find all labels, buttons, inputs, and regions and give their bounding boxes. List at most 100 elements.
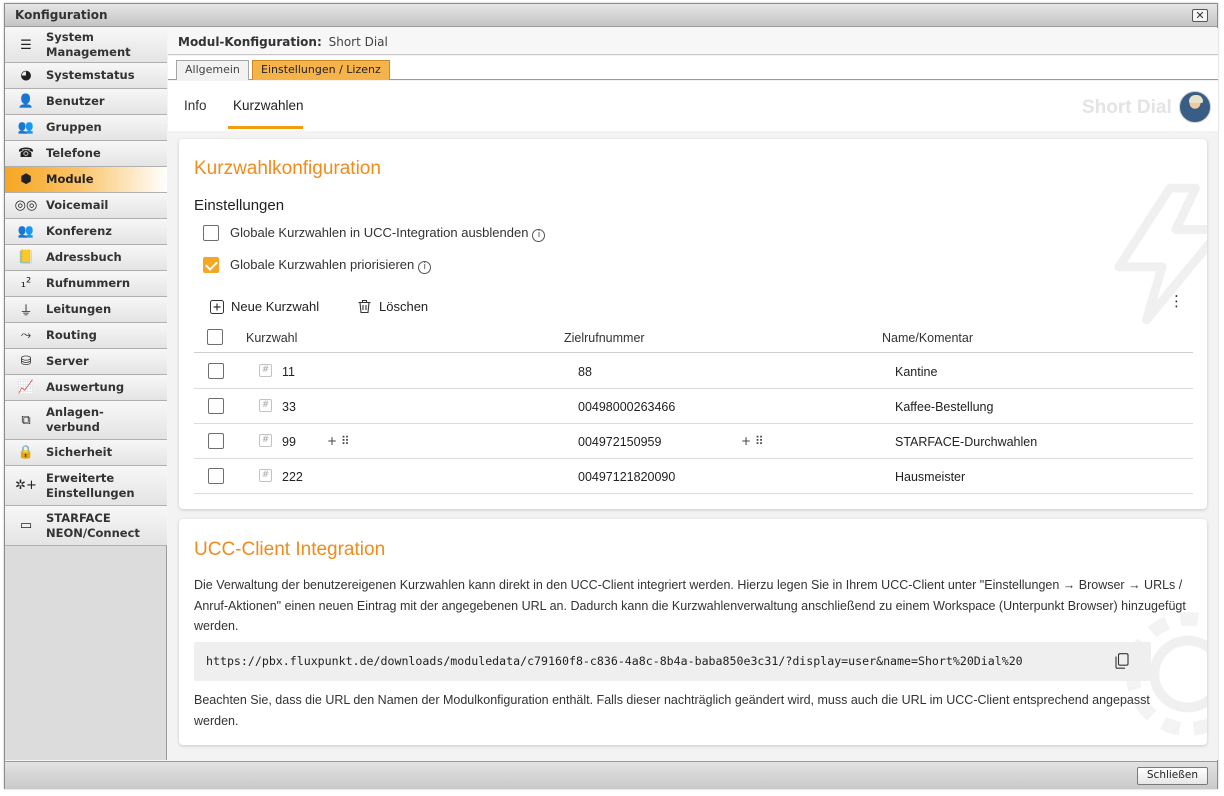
hash-icon: # — [259, 399, 272, 412]
row-checkbox[interactable] — [208, 433, 224, 449]
sidebar-item-telefone[interactable]: ☎ Telefone — [5, 141, 167, 167]
module-header: Modul-Konfiguration: Short Dial — [168, 28, 1218, 55]
plus-square-icon — [210, 299, 224, 314]
table-row[interactable]: # 99 004972150959 STARFACE-Durchwahlen +… — [194, 424, 1193, 459]
subtab-info[interactable]: Info — [184, 98, 207, 113]
info-icon[interactable]: i — [532, 229, 546, 242]
sidebar-item-label: System Management — [46, 30, 131, 59]
lightning-watermark-icon — [1114, 183, 1207, 325]
subtab-kurzwahlen[interactable]: Kurzwahlen — [233, 98, 304, 113]
close-window-icon[interactable]: ✕ — [1192, 9, 1208, 22]
user-icon: 👤 — [17, 94, 35, 109]
footer-bar: Schließen — [5, 761, 1217, 789]
user-avatar[interactable] — [1179, 91, 1211, 123]
sidebar-item-auswertung[interactable]: 📈 Auswertung — [5, 375, 167, 401]
sidebar-item-rufnummern[interactable]: ₁² Rufnummern — [5, 271, 167, 297]
config-window: Konfiguration ✕ ☰ System Management ◕ Syste… — [4, 3, 1218, 789]
column-header-zielrufnummer[interactable]: Zielrufnummer — [564, 331, 645, 345]
chart-icon: 📈 — [17, 380, 35, 395]
sidebar-item-label: Rufnummern — [46, 276, 131, 290]
ucc-integration-card: UCC-Client Integration Die Verwaltung de… — [179, 519, 1207, 745]
module-brand-text: Short Dial — [1082, 97, 1172, 118]
main-panel: Modul-Konfiguration: Short Dial Allgemei… — [168, 28, 1218, 760]
voicemail-icon: ◎◎ — [14, 198, 38, 213]
sidebar-item-label: Leitungen — [46, 302, 112, 316]
dialpad-icon[interactable]: + ⠿ — [741, 434, 764, 448]
row-checkbox[interactable] — [208, 468, 224, 484]
delete-label: Löschen — [379, 299, 429, 314]
lock-icon: 🔒 — [17, 445, 35, 460]
option-prioritize-global-checkbox[interactable] — [203, 257, 219, 273]
close-button[interactable]: Schließen — [1136, 767, 1208, 785]
more-options-icon[interactable]: ⋮ — [1169, 294, 1184, 309]
row-checkbox[interactable] — [208, 363, 224, 379]
sidebar-item-label: Adressbuch — [46, 250, 122, 264]
cell-zielrufnummer: 00497121820090 — [578, 470, 676, 484]
sidebar-item-system[interactable]: ☰ System Management — [5, 28, 167, 63]
sidebar-item-label: Auswertung — [46, 380, 125, 394]
sidebar-item-starface[interactable]: ▭ STARFACE NEON/Connect — [5, 506, 167, 546]
sidebar-item-label: Module — [46, 172, 94, 186]
group-icon: 👥 — [17, 120, 35, 135]
sidebar-item-adressbuch[interactable]: 📒 Adressbuch — [5, 245, 167, 271]
cell-zielrufnummer: 88 — [578, 365, 592, 379]
sidebar: ☰ System Management ◕ Systemstatus 👤 Benutzer… — [5, 28, 167, 760]
column-header-kurzwahl[interactable]: Kurzwahl — [246, 331, 297, 345]
status-icon: ◕ — [20, 68, 32, 83]
info-icon[interactable]: i — [418, 261, 432, 274]
cell-kurzwahl: 33 — [282, 400, 296, 414]
trash-icon — [358, 299, 371, 314]
routing-icon: ⤳ — [20, 328, 32, 343]
sidebar-item-erweiterte[interactable]: ✲+ Erweiterte Einstellungen — [5, 466, 167, 506]
table-row[interactable]: # 33 00498000263466 Kaffee-Bestellung — [194, 389, 1193, 424]
option-hide-global-checkbox[interactable] — [203, 225, 219, 241]
ucc-title: UCC-Client Integration — [194, 539, 386, 560]
phone-icon: ☎ — [17, 146, 35, 161]
advanced-settings-icon: ✲+ — [15, 478, 37, 493]
sidebar-item-anlagen[interactable]: ⧉ Anlagen- verbund — [5, 401, 167, 440]
table-row[interactable]: # 11 88 Kantine — [194, 354, 1193, 389]
sidebar-item-systemstatus[interactable]: ◕ Systemstatus — [5, 63, 167, 89]
table-header: Kurzwahl Zielrufnummer Name/Komentar — [194, 325, 1193, 353]
sidebar-item-label: Voicemail — [46, 198, 109, 212]
dialpad-icon[interactable]: + ⠿ — [327, 434, 350, 448]
column-header-name[interactable]: Name/Komentar — [882, 331, 973, 345]
shortdial-config-card: Kurzwahlkonfiguration Einstellungen Glob… — [179, 139, 1207, 509]
sidebar-item-konferenz[interactable]: 👥 Konferenz — [5, 219, 167, 245]
option-prioritize-global-label: Globale Kurzwahlen priorisieren i — [230, 257, 432, 274]
table-row[interactable]: # 222 00497121820090 Hausmeister — [194, 459, 1193, 494]
delete-button[interactable]: Löschen — [357, 299, 428, 314]
conference-icon: 👥 — [17, 224, 35, 239]
hash-icon: # — [259, 469, 272, 482]
sidebar-item-label: Telefone — [46, 146, 101, 160]
settings-heading: Einstellungen — [194, 197, 285, 214]
module-icon: ⬢ — [20, 172, 32, 187]
sidebar-item-label: Sicherheit — [46, 445, 113, 459]
sidebar-item-routing[interactable]: ⤳ Routing — [5, 323, 167, 349]
sidebar-item-label: Routing — [46, 328, 97, 342]
sidebar-item-benutzer[interactable]: 👤 Benutzer — [5, 89, 167, 115]
sub-navigation: Info Kurzwahlen Short Dial — [168, 81, 1218, 131]
cell-zielrufnummer: 004972150959 — [578, 435, 662, 449]
sidebar-item-gruppen[interactable]: 👥 Gruppen — [5, 115, 167, 141]
sidebar-item-leitungen[interactable]: ⏚ Leitungen — [5, 297, 167, 323]
sidebar-item-module[interactable]: ⬢ Module — [5, 167, 167, 193]
cell-kurzwahl: 99 — [282, 435, 296, 449]
cell-name: Kaffee-Bestellung — [895, 400, 994, 414]
new-shortdial-button[interactable]: Neue Kurzwahl — [210, 299, 319, 314]
tab-allgemein[interactable]: Allgemein — [176, 60, 249, 80]
tab-einstellungen-lizenz[interactable]: Einstellungen / Lizenz — [252, 60, 390, 80]
sidebar-item-label: Konferenz — [46, 224, 112, 238]
sidebar-item-server[interactable]: ⛁ Server — [5, 349, 167, 375]
row-checkbox[interactable] — [208, 398, 224, 414]
sidebar-item-label: Gruppen — [46, 120, 102, 134]
select-all-checkbox[interactable] — [207, 329, 223, 345]
option-hide-global-label: Globale Kurzwahlen in UCC-Integration au… — [230, 225, 546, 242]
sidebar-item-voicemail[interactable]: ◎◎ Voicemail — [5, 193, 167, 219]
addressbook-icon: 📒 — [17, 250, 35, 265]
copy-icon[interactable] — [1115, 653, 1129, 669]
sidebar-item-sicherheit[interactable]: 🔒 Sicherheit — [5, 440, 167, 466]
ucc-url[interactable]: https://pbx.fluxpunkt.de/downloads/modul… — [206, 654, 1023, 668]
sidebar-item-label: Anlagen- verbund — [46, 405, 104, 434]
cell-kurzwahl: 222 — [282, 470, 303, 484]
